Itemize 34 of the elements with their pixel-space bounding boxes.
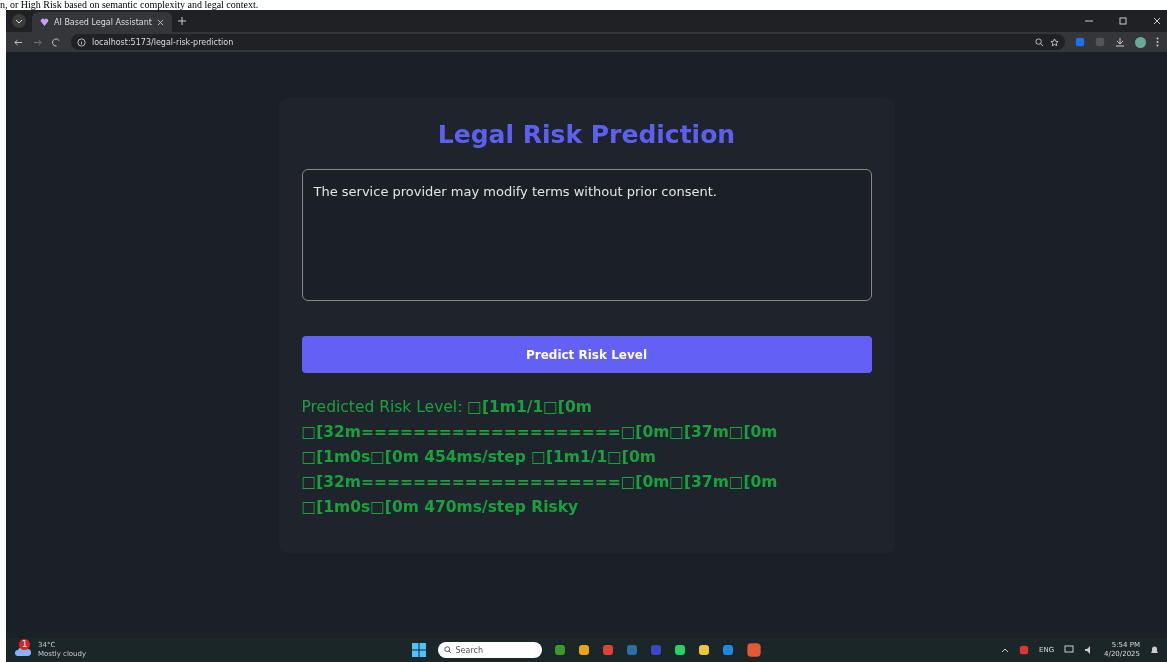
page-title: Legal Risk Prediction — [437, 120, 736, 149]
tab-list-icon[interactable] — [12, 14, 26, 28]
clause-input[interactable]: The service provider may modify terms without prior consent. — [301, 169, 872, 301]
back-icon[interactable] — [14, 37, 23, 47]
close-icon[interactable] — [1153, 17, 1161, 25]
taskbar-search[interactable]: Search — [437, 642, 542, 658]
address-bar[interactable]: localhost:5173/legal-risk-prediction — [71, 34, 1065, 50]
chevron-up-icon[interactable] — [1001, 647, 1009, 653]
star-icon[interactable] — [1050, 37, 1059, 47]
predict-button[interactable]: Predict Risk Level — [301, 336, 872, 373]
prediction-result: Predicted Risk Level: □[1m1/1□[0m □[32m====================□[0m□[37m□[0m □[1m0s□[0m 454ms/step □[1m1/1□[0m □[32m====================□[0m□[37m□[0m □[1m0s□[0m 470ms/step Risky — [301, 397, 779, 518]
notification-badge: 1 — [19, 639, 30, 650]
windows-icon[interactable] — [411, 643, 426, 657]
forward-icon[interactable] — [33, 37, 42, 47]
search-icon — [443, 646, 452, 654]
app-icon[interactable] — [553, 644, 566, 656]
browser-tab[interactable]: AI Based Legal Assistant — [32, 12, 172, 32]
new-tab-icon[interactable] — [178, 17, 186, 25]
url-text: localhost:5173/legal-risk-prediction — [92, 37, 235, 47]
reload-icon[interactable] — [52, 37, 61, 47]
document-text: n, or High Risk based on semantic complexity and legal context. — [0, 0, 260, 10]
info-icon — [77, 37, 86, 47]
app-icon[interactable] — [625, 644, 638, 656]
download-icon[interactable] — [1115, 37, 1125, 47]
zoom-icon[interactable] — [1035, 37, 1044, 47]
app-icon[interactable] — [577, 644, 590, 656]
restore-icon[interactable] — [1119, 17, 1127, 25]
menu-icon[interactable] — [1156, 37, 1159, 47]
network-icon[interactable] — [1064, 645, 1075, 655]
avatar-icon[interactable] — [1135, 36, 1146, 48]
close-icon[interactable] — [157, 18, 164, 26]
bell-icon[interactable] — [1150, 645, 1159, 655]
minimize-icon[interactable] — [1085, 17, 1093, 25]
app-icon[interactable] — [1019, 645, 1029, 655]
